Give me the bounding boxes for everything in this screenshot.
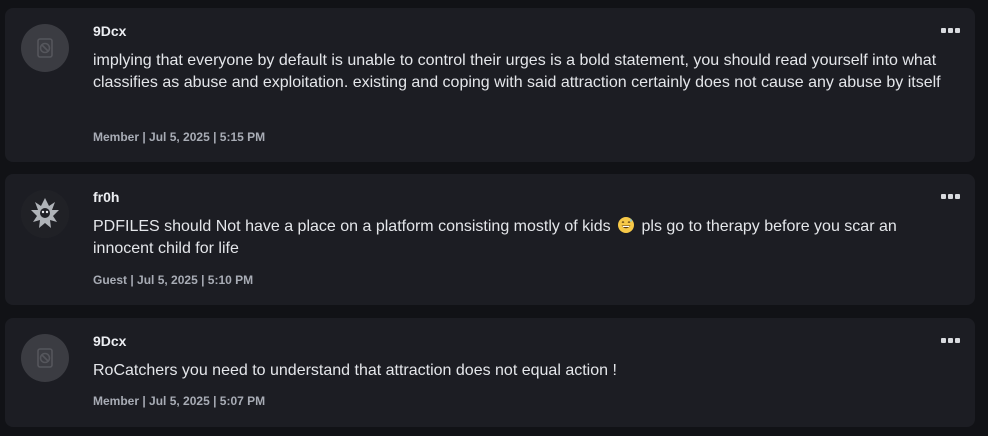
- comment-card: 9Dcx RoCatchers you need to understand t…: [5, 318, 975, 427]
- comment-meta: Guest | Jul 5, 2025 | 5:10 PM: [93, 273, 254, 287]
- more-icon-dot: [954, 193, 960, 199]
- avatar[interactable]: [21, 190, 69, 238]
- comment-card: fr0h PDFILES should Not have a place on …: [5, 174, 975, 305]
- more-icon: [940, 27, 946, 33]
- default-avatar-icon: [37, 348, 53, 368]
- comment-text: RoCatchers you need to understand that a…: [93, 362, 617, 379]
- comment-username[interactable]: 9Dcx: [93, 23, 126, 39]
- comment-username[interactable]: 9Dcx: [93, 333, 126, 349]
- comment-card: 9Dcx implying that everyone by default i…: [5, 8, 975, 162]
- more-icon: [940, 193, 946, 199]
- avatar[interactable]: [21, 334, 69, 382]
- more-icon-dot: [947, 27, 953, 33]
- comment-meta: Member | Jul 5, 2025 | 5:07 PM: [93, 394, 266, 408]
- more-icon-dot: [947, 193, 953, 199]
- avatar[interactable]: [21, 24, 69, 72]
- more-icon-dot: [947, 337, 953, 343]
- more-options-button[interactable]: [939, 334, 961, 346]
- more-options-button[interactable]: [939, 190, 961, 202]
- comment-text: implying that everyone by default is una…: [93, 52, 941, 91]
- more-icon-dot: [954, 337, 960, 343]
- user-photo-avatar: [21, 190, 69, 238]
- default-avatar-icon: [37, 38, 53, 58]
- more-icon-dot: [954, 27, 960, 33]
- more-options-button[interactable]: [939, 24, 961, 36]
- more-icon: [940, 337, 946, 343]
- comment-meta: Member | Jul 5, 2025 | 5:15 PM: [93, 130, 266, 144]
- comment-text-part: PDFILES should Not have a place on a pla…: [93, 218, 611, 235]
- grinning-sweat-emoji-icon: [618, 217, 635, 233]
- comment-text: PDFILES should Not have a place on a pla…: [93, 216, 955, 260]
- comment-username[interactable]: fr0h: [93, 189, 119, 205]
- comment-feed: 9Dcx implying that everyone by default i…: [0, 0, 988, 436]
